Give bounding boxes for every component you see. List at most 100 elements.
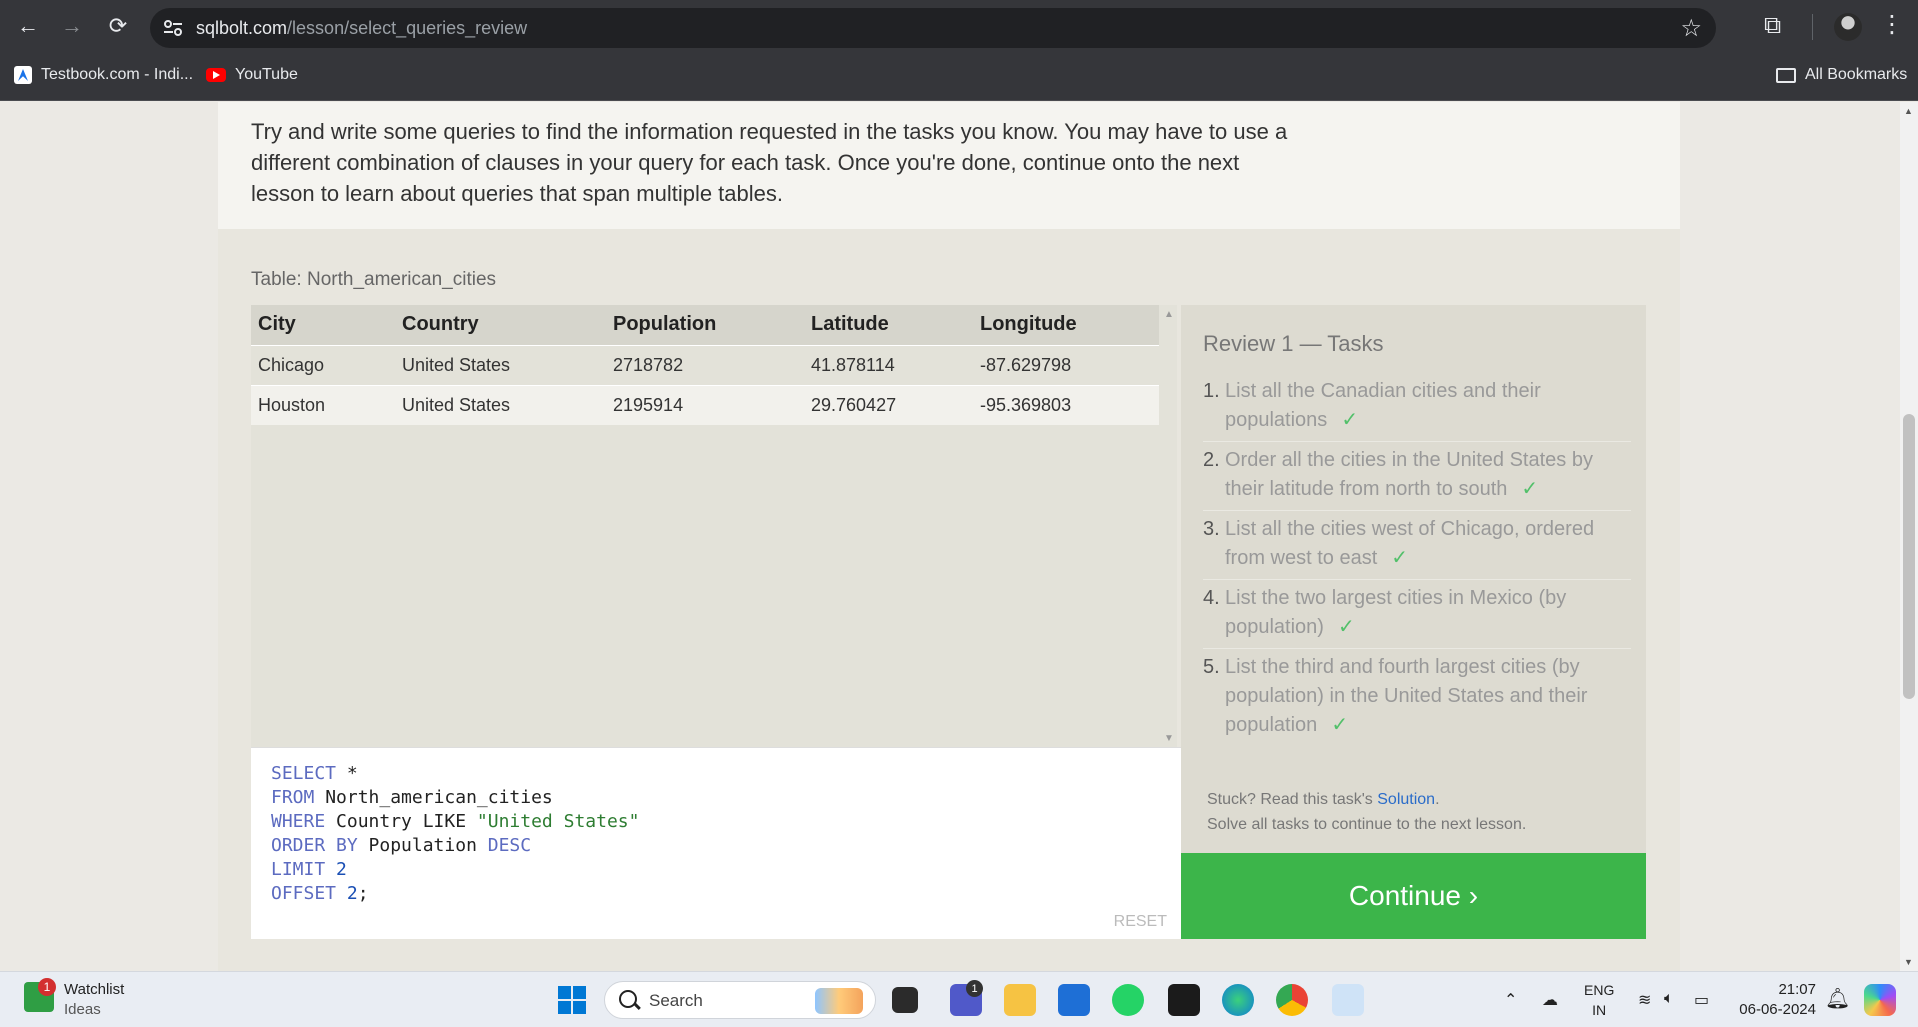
task-item: 2. Order all the cities in the United St… [1203,442,1631,511]
taskbar-search[interactable]: Search [604,981,876,1019]
profile-avatar[interactable] [1834,13,1862,41]
table-cell: Chicago [251,344,395,385]
file-explorer-icon[interactable] [1004,984,1036,1016]
all-bookmarks[interactable]: All Bookmarks [1776,66,1907,84]
bookmark-youtube[interactable]: YouTube [206,66,298,84]
table-cell: -87.629798 [973,344,1159,385]
url-text[interactable]: sqlbolt.com/lesson/select_queries_review [196,18,527,39]
solution-link[interactable]: Solution [1377,791,1435,808]
watchlist-widget[interactable]: Watchlist Ideas [64,980,124,1020]
stuck-suffix: . [1435,791,1440,808]
check-icon: ✓ [1331,714,1349,736]
menu-kebab-icon[interactable]: ⋮ [1880,10,1904,40]
page-scrollbar[interactable]: ▲ ▼ [1900,102,1918,971]
onedrive-icon[interactable]: ☁ [1542,990,1558,1010]
task-label: List the third and fourth largest cities… [1225,656,1588,736]
table-cell: 41.878114 [804,344,973,385]
bookmarks-bar: Testbook.com - Indi... YouTube All Bookm… [0,55,1918,101]
task-text: List the two largest cities in Mexico (b… [1225,584,1631,642]
tray-overflow-icon[interactable]: ⌃ [1504,990,1517,1010]
table-header-row: City Country Population Latitude Longitu… [251,305,1159,345]
code-token: ORDER BY [271,835,358,856]
address-bar[interactable]: sqlbolt.com/lesson/select_queries_review… [150,8,1716,48]
table-cell: Houston [251,384,395,425]
scroll-up-icon[interactable]: ▲ [1904,106,1913,116]
bookmark-star-icon[interactable]: ☆ [1680,14,1702,43]
clock-date: 06-06-2024 [1739,1001,1816,1018]
scroll-down-icon[interactable]: ▼ [1904,957,1913,967]
task-item: 4. List the two largest cities in Mexico… [1203,580,1631,649]
copilot-icon[interactable] [1864,984,1896,1016]
table-cell: 2195914 [606,384,804,425]
task-text: Order all the cities in the United State… [1225,446,1631,504]
column-header: Country [395,305,606,345]
volume-icon[interactable]: 🔈︎ [1664,990,1674,1008]
task-number: 1. [1203,380,1220,402]
url-path: /lesson/select_queries_review [287,18,528,38]
column-header: Latitude [804,305,973,345]
lang-bottom: IN [1592,1002,1607,1018]
lang-top: ENG [1584,982,1615,998]
task-view-icon[interactable] [892,987,918,1013]
wifi-icon[interactable]: ≋ [1638,990,1651,1010]
snipping-tool-icon[interactable] [1332,984,1364,1016]
code-token: DESC [487,835,532,856]
code-line: ORDER BY Population DESC [271,834,639,858]
extensions-icon[interactable]: ⧉ [1764,12,1794,42]
code-token: 2 [346,883,358,904]
forward-icon[interactable]: → [56,10,88,42]
battery-icon[interactable]: ▭ [1694,990,1709,1010]
code-token: FROM [271,787,315,808]
language-indicator[interactable]: ENG IN [1584,980,1614,1020]
search-highlight-icon [815,988,863,1014]
table-cell: -95.369803 [973,384,1159,425]
notification-bell-icon[interactable]: 🔔︎ [1825,986,1850,1011]
check-icon: ✓ [1337,616,1355,638]
edge-icon[interactable] [1222,984,1254,1016]
code-line: LIMIT 2 [271,858,639,882]
exercise-section: Table: North_american_cities City Countr… [218,229,1680,971]
sql-editor[interactable]: SELECT * FROM North_american_cities WHERE … [251,747,1181,939]
clock[interactable]: 21:07 06-06-2024 [1738,980,1816,1020]
sql-code[interactable]: SELECT * FROM North_american_cities WHERE … [271,762,639,906]
results-table-container[interactable]: City Country Population Latitude Longitu… [251,305,1177,747]
folder-icon [1776,67,1796,83]
table-row: Houston United States 2195914 29.760427 … [251,384,1159,425]
tasks-title: Review 1 — Tasks [1203,331,1384,356]
terminal-app-icon[interactable] [1168,984,1200,1016]
watchlist-title: Watchlist [64,981,125,998]
reload-icon[interactable]: ⟳ [102,10,134,42]
task-label: List all the Canadian cities and their p… [1225,380,1541,431]
table-cell: United States [395,344,606,385]
solve-all-note: Solve all tasks to continue to the next … [1207,816,1527,833]
code-line: OFFSET 2; [271,882,639,906]
bookmark-testbook[interactable]: Testbook.com - Indi... [14,66,193,84]
bookmark-label: Testbook.com - Indi... [41,66,194,83]
youtube-icon [206,68,226,82]
reset-button[interactable]: RESET [1114,913,1167,931]
table-scroll-down-icon[interactable]: ▼ [1164,733,1174,744]
code-line: SELECT * [271,762,639,786]
code-token: 2 [336,859,347,880]
back-icon[interactable]: ← [12,10,44,42]
code-token: North_american_cities [314,787,553,808]
table-cell: 29.760427 [804,384,973,425]
column-header: Longitude [973,305,1159,345]
search-label: Search [649,991,703,1010]
microsoft-store-icon[interactable] [1058,984,1090,1016]
continue-button[interactable]: Continue › [1181,853,1646,939]
lesson-intro-text: Try and write some queries to find the i… [251,119,1288,206]
chrome-icon[interactable] [1276,984,1308,1016]
windows-start-icon[interactable] [558,986,586,1014]
scrollbar-thumb[interactable] [1903,414,1915,699]
task-number: 4. [1203,587,1220,609]
table-scroll-up-icon[interactable]: ▲ [1164,309,1174,320]
whatsapp-icon[interactable] [1112,984,1144,1016]
task-text: List all the Canadian cities and their p… [1225,377,1631,435]
check-icon: ✓ [1391,547,1409,569]
check-icon: ✓ [1341,409,1359,431]
stuck-hint: Stuck? Read this task's Solution. Solve … [1207,787,1526,837]
site-settings-icon[interactable] [162,17,184,39]
bookmark-label: YouTube [235,66,298,83]
